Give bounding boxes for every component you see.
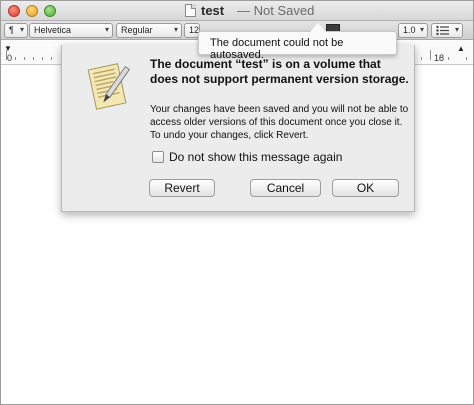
font-family-value: Helvetica [34,25,72,35]
window-save-status[interactable]: — Not Saved [237,3,314,18]
dialog-message: Your changes have been saved and you wil… [150,104,409,141]
ok-button[interactable]: OK [332,179,399,197]
ruler-tick [33,57,34,60]
cancel-button[interactable]: Cancel [250,179,321,197]
right-margin-marker-icon[interactable]: ▲ [457,44,465,53]
minimize-window-icon[interactable] [26,5,38,17]
close-window-icon[interactable] [8,5,20,17]
chevron-down-icon: ▾ [419,25,424,34]
ruler-tick [6,50,7,60]
textedit-window: test — Not Saved ¶ ▾ Helvetica ▾ Regular… [0,0,474,405]
font-style-value: Regular [121,25,153,35]
zoom-window-icon[interactable] [44,5,56,17]
textedit-icon [87,63,130,110]
ruler-tick [15,57,16,60]
ruler-tick [439,57,440,60]
dont-show-again-option[interactable]: Do not show this message again [152,150,342,164]
chevron-down-icon: ▾ [19,25,24,34]
paragraph-icon: ¶ [9,25,14,35]
paragraph-style-popup[interactable]: ¶ ▾ [4,23,28,38]
chevron-down-icon: ▾ [454,25,459,34]
document-icon[interactable] [185,4,196,17]
chevron-down-icon: ▾ [173,25,178,34]
dont-show-again-label[interactable]: Do not show this message again [169,150,342,164]
font-style-popup[interactable]: Regular ▾ [116,23,182,38]
version-storage-sheet: The document “test” is on a volume that … [61,45,415,212]
ruler-tick [24,57,25,60]
line-spacing-value: 1.0 [403,25,416,35]
ruler-tick [421,57,422,60]
line-spacing-popup[interactable]: 1.0 ▾ [398,23,428,38]
ruler-tick [42,57,43,60]
dont-show-again-checkbox[interactable] [152,151,164,163]
ruler-tick [430,50,431,60]
chevron-down-icon: ▾ [104,25,109,34]
list-style-popup[interactable]: ▾ [431,23,463,38]
font-family-popup[interactable]: Helvetica ▾ [29,23,113,38]
window-title[interactable]: test [201,3,224,18]
title-bar[interactable]: test — Not Saved [1,1,473,21]
ruler-tick [448,57,449,60]
ruler-tick [51,57,52,60]
tooltip-pointer [310,23,326,32]
ruler-label-start: 0 [7,53,13,63]
autosave-tooltip: The document could not be autosaved. [198,31,397,61]
revert-button[interactable]: Revert [149,179,215,197]
dialog-heading: The document “test” is on a volume that … [150,57,409,86]
ruler-tick [466,57,467,60]
list-icon [436,25,449,36]
